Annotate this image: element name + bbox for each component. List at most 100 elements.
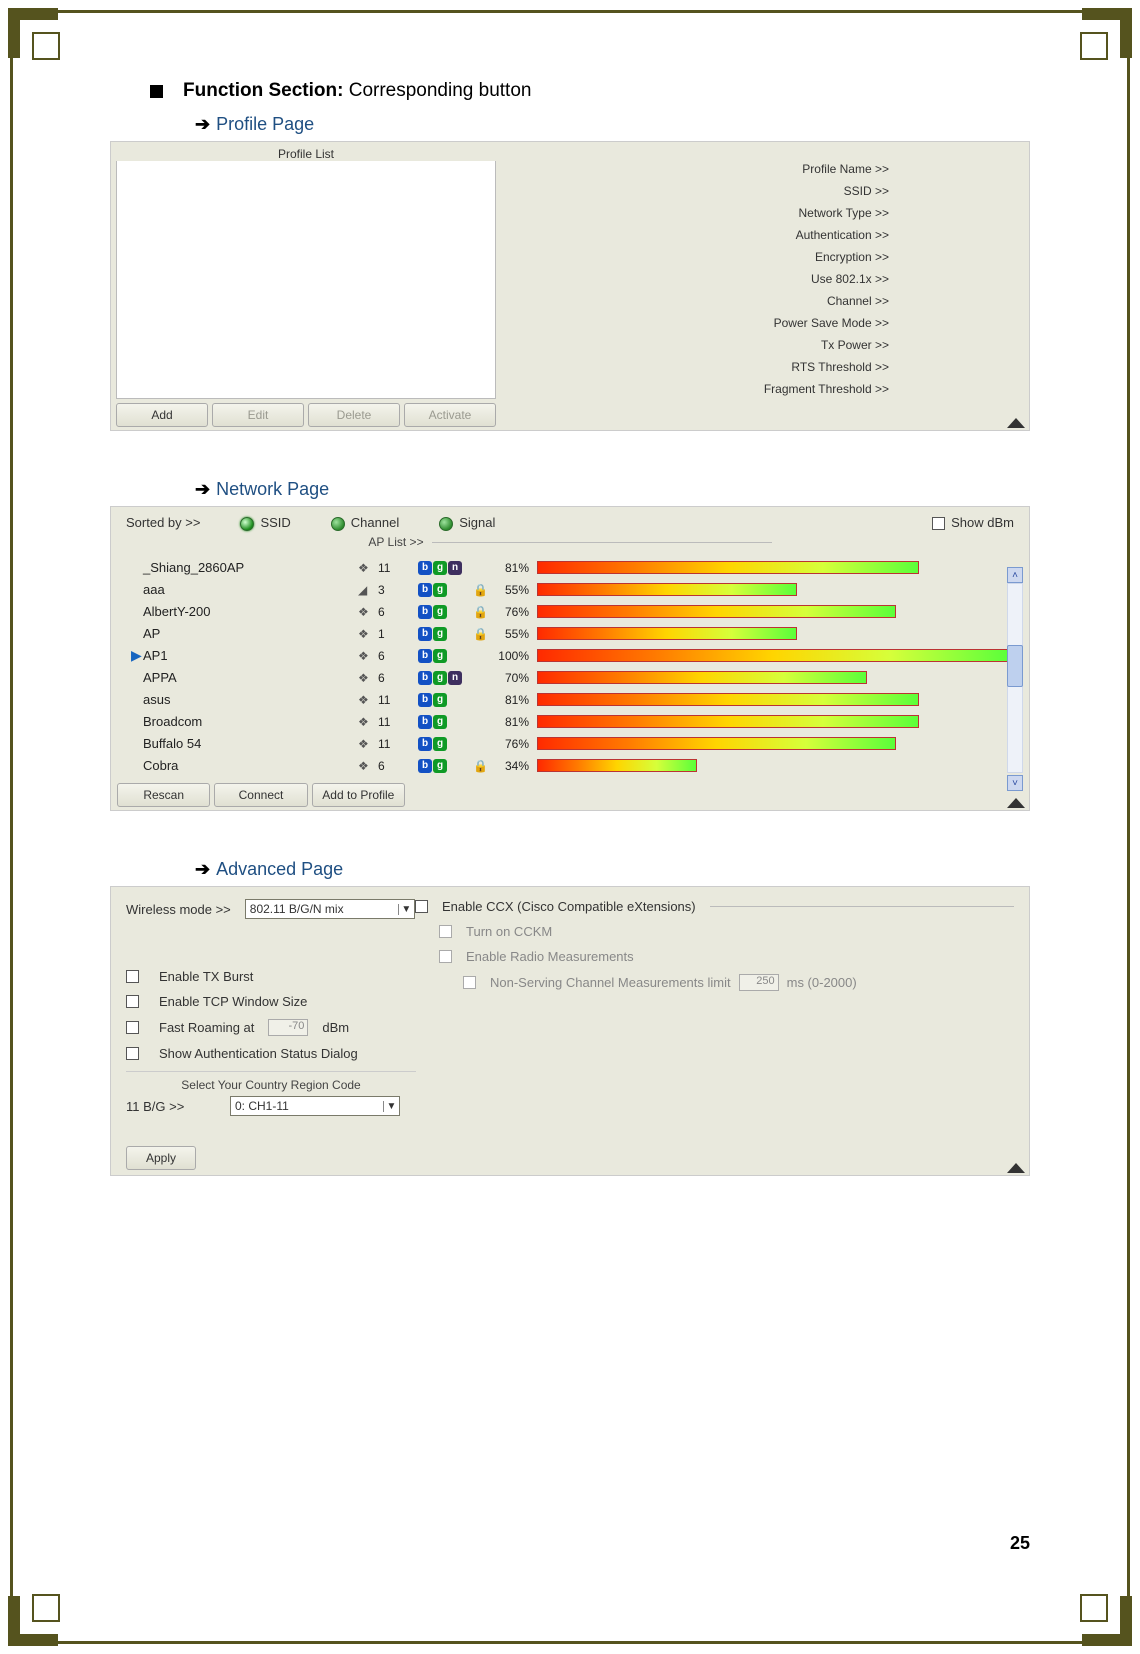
ap-modes: bg <box>418 583 473 597</box>
mode-b-icon: b <box>418 605 432 619</box>
expand-icon[interactable] <box>1007 798 1025 808</box>
connect-button[interactable]: Connect <box>214 783 307 807</box>
mode-n-icon: n <box>448 561 462 575</box>
mode-b-icon: b <box>418 715 432 729</box>
enable-tcp-window-checkbox[interactable]: Enable TCP Window Size <box>126 994 416 1009</box>
signal-bar <box>537 737 1009 750</box>
enable-tx-burst-checkbox[interactable]: Enable TX Burst <box>126 969 416 984</box>
ap-modes: bg <box>418 693 473 707</box>
mode-g-icon: g <box>433 649 447 663</box>
ap-row[interactable]: aaa◢3bg🔒55% <box>131 579 1009 601</box>
network-page-label: ➔Network Page <box>195 479 1030 500</box>
ap-channel: 11 <box>378 561 418 575</box>
ap-row[interactable]: asus❖11bg81% <box>131 689 1009 711</box>
ap-name: _Shiang_2860AP <box>143 560 358 575</box>
ap-name: AlbertY-200 <box>143 604 358 619</box>
ap-row[interactable]: _Shiang_2860AP❖11bgn 81% <box>131 557 1009 579</box>
sort-channel-radio[interactable]: Channel <box>331 515 399 531</box>
signal-percent: 81% <box>495 693 537 707</box>
mode-g-icon: g <box>433 627 447 641</box>
signal-bar <box>537 693 1009 706</box>
mode-b-icon: b <box>418 693 432 707</box>
mode-b-icon: b <box>418 561 432 575</box>
ap-name: asus <box>143 692 358 707</box>
ap-row[interactable]: APPA❖6bgn70% <box>131 667 1009 689</box>
channel-icon: ❖ <box>358 561 378 575</box>
profile-field-label: Fragment Threshold >> <box>511 382 1019 396</box>
sort-signal-radio[interactable]: Signal <box>439 515 495 531</box>
bg-label: 11 B/G >> <box>126 1099 216 1114</box>
profile-panel: Profile List Add Edit Delete Activate Pr… <box>110 141 1030 431</box>
delete-button[interactable]: Delete <box>308 403 400 427</box>
ap-modes: bgn <box>418 671 473 685</box>
signal-percent: 100% <box>495 649 537 663</box>
profile-list-title: Profile List <box>116 147 496 161</box>
ap-channel: 3 <box>378 583 418 597</box>
ms-limit-input: 250 <box>739 974 779 991</box>
signal-bar <box>537 583 1009 596</box>
mode-g-icon: g <box>433 561 447 575</box>
add-to-profile-button[interactable]: Add to Profile <box>312 783 405 807</box>
profile-page-label: ➔Profile Page <box>195 114 1030 135</box>
enable-ccx-checkbox[interactable]: Enable CCX (Cisco Compatible eXtensions) <box>411 899 1014 914</box>
mode-b-icon: b <box>418 671 432 685</box>
scroll-down-icon[interactable]: ˅ <box>1007 775 1023 791</box>
ap-row[interactable]: Broadcom❖11bg81% <box>131 711 1009 733</box>
lock-icon: 🔒 <box>473 583 495 597</box>
activate-button[interactable]: Activate <box>404 403 496 427</box>
ap-name: AP <box>143 626 358 641</box>
channel-icon: ❖ <box>358 693 378 707</box>
signal-bar <box>537 627 1009 640</box>
rescan-button[interactable]: Rescan <box>117 783 210 807</box>
add-button[interactable]: Add <box>116 403 208 427</box>
chevron-down-icon: ▼ <box>383 1101 399 1112</box>
ap-channel: 11 <box>378 715 418 729</box>
signal-percent: 34% <box>495 759 537 773</box>
signal-percent: 76% <box>495 605 537 619</box>
advanced-panel: Wireless mode >> 802.11 B/G/N mix ▼ Enab… <box>110 886 1030 1176</box>
profile-list-box[interactable] <box>116 159 496 399</box>
region-title: Select Your Country Region Code <box>126 1071 416 1096</box>
expand-icon[interactable] <box>1007 418 1025 428</box>
signal-bar <box>537 561 1009 574</box>
profile-field-label: Authentication >> <box>511 228 1019 242</box>
signal-percent: 81% <box>495 561 537 575</box>
ap-row[interactable]: Buffalo 54❖11bg76% <box>131 733 1009 755</box>
region-select[interactable]: 0: CH1-11 ▼ <box>230 1096 400 1116</box>
lock-icon: 🔒 <box>473 627 495 641</box>
scroll-up-icon[interactable]: ˄ <box>1007 567 1023 583</box>
checkbox-icon <box>415 900 428 913</box>
turn-on-cckm-checkbox: Turn on CCKM <box>411 924 1014 939</box>
ap-modes: bgn <box>418 561 473 575</box>
ap-name: Cobra <box>143 758 358 773</box>
signal-bar <box>537 605 1009 618</box>
ap-list: _Shiang_2860AP❖11bgn81%aaa◢3bg🔒55%Albert… <box>111 549 1029 777</box>
show-auth-checkbox[interactable]: Show Authentication Status Dialog <box>126 1046 416 1061</box>
ap-name: AP1 <box>143 648 358 663</box>
heading-rest: Corresponding button <box>343 80 531 101</box>
mode-g-icon: g <box>433 671 447 685</box>
expand-icon[interactable] <box>1007 1163 1025 1173</box>
mode-g-icon: g <box>433 693 447 707</box>
enable-radio-measurements-checkbox: Enable Radio Measurements <box>411 949 1014 964</box>
fast-roaming-input[interactable]: -70 <box>268 1019 308 1036</box>
ap-row[interactable]: AP❖1bg🔒55% <box>131 623 1009 645</box>
fast-roaming-checkbox[interactable]: Fast Roaming at -70 dBm <box>126 1019 416 1036</box>
ap-row[interactable]: ▶AP1❖6bg100% <box>131 645 1009 667</box>
scroll-thumb[interactable] <box>1007 645 1023 687</box>
ap-modes: bg <box>418 759 473 773</box>
apply-button[interactable]: Apply <box>126 1146 196 1170</box>
ap-row[interactable]: AlbertY-200❖6bg🔒76% <box>131 601 1009 623</box>
wireless-mode-select[interactable]: 802.11 B/G/N mix ▼ <box>245 899 415 919</box>
arrow-right-icon: ➔ <box>195 114 210 134</box>
show-dbm-checkbox[interactable]: Show dBm <box>932 515 1014 530</box>
profile-field-label: Network Type >> <box>511 206 1019 220</box>
scrollbar[interactable]: ˄ ˅ <box>1007 567 1023 773</box>
ap-modes: bg <box>418 649 473 663</box>
sort-ssid-radio[interactable]: SSID <box>240 515 290 531</box>
checkbox-icon <box>126 1047 139 1060</box>
edit-button[interactable]: Edit <box>212 403 304 427</box>
adhoc-icon: ◢ <box>358 583 378 597</box>
ap-row[interactable]: Cobra❖6bg🔒34% <box>131 755 1009 777</box>
sorted-by-label: Sorted by >> <box>126 515 200 530</box>
